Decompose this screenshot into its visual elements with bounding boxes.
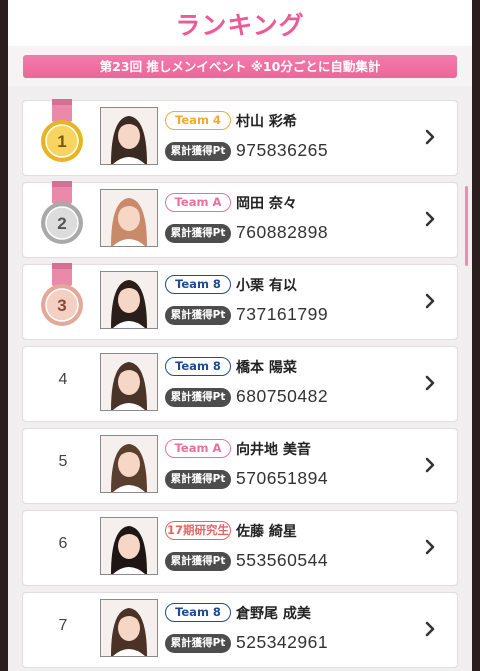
points-value: 553560544 — [236, 550, 329, 570]
points-label: 累計獲得Pt — [165, 224, 231, 243]
team-badge: Team 8 — [165, 275, 231, 294]
team-badge: Team A — [165, 439, 231, 458]
team-badge: 17期研究生 — [165, 521, 231, 540]
rank-number: 6 — [58, 535, 68, 552]
member-photo[interactable] — [100, 271, 158, 329]
team-badge: Team A — [165, 193, 231, 212]
header: ランキング — [8, 0, 472, 46]
chevron-right-icon[interactable] — [423, 619, 437, 639]
member-photo[interactable] — [100, 435, 158, 493]
ranking-row[interactable]: 5 Team A 向井地 美音 累計獲得Pt 570651894 — [22, 428, 458, 504]
points-value: 525342961 — [236, 632, 329, 652]
medal-rank: 1 — [57, 132, 66, 151]
points-value: 975836265 — [236, 140, 329, 160]
chevron-right-icon[interactable] — [423, 373, 437, 393]
scrollbar[interactable] — [465, 186, 468, 266]
member-photo[interactable] — [100, 599, 158, 657]
member-name: 向井地 美音 — [236, 442, 311, 458]
member-name: 倉野尾 成美 — [236, 606, 311, 622]
chevron-right-icon[interactable] — [423, 209, 437, 229]
chevron-right-icon[interactable] — [423, 291, 437, 311]
ranking-list: 1 Team 4 村山 彩希 累計獲得Pt 975836265 2 Team A… — [8, 86, 472, 671]
team-badge: Team 8 — [165, 357, 231, 376]
points-label: 累計獲得Pt — [165, 306, 231, 325]
ranking-row[interactable]: 1 Team 4 村山 彩希 累計獲得Pt 975836265 — [22, 99, 458, 176]
points-label: 累計獲得Pt — [165, 552, 231, 571]
member-name: 小栗 有以 — [236, 278, 297, 294]
ranking-row[interactable]: 7 Team 8 倉野尾 成美 累計獲得Pt 525342961 — [22, 592, 458, 668]
member-name: 橋本 陽菜 — [236, 360, 297, 376]
rank-number: 4 — [58, 371, 68, 388]
ranking-row[interactable]: 2 Team A 岡田 奈々 累計獲得Pt 760882898 — [22, 181, 458, 258]
ranking-row[interactable]: 6 17期研究生 佐藤 綺星 累計獲得Pt 553560544 — [22, 510, 458, 586]
rank-number: 5 — [58, 453, 68, 470]
ranking-panel: ランキング 第23回 推しメンイベント ※10分ごとに自動集計 1 Team 4… — [8, 0, 472, 671]
ranking-row[interactable]: 3 Team 8 小栗 有以 累計獲得Pt 737161799 — [22, 263, 458, 340]
points-value: 737161799 — [236, 304, 329, 324]
ranking-row[interactable]: 4 Team 8 橋本 陽菜 累計獲得Pt 680750482 — [22, 346, 458, 422]
points-value: 570651894 — [236, 468, 329, 488]
points-label: 累計獲得Pt — [165, 634, 231, 653]
points-label: 累計獲得Pt — [165, 142, 231, 161]
medal-rank: 2 — [57, 214, 66, 233]
rank-number: 7 — [58, 617, 68, 634]
team-badge: Team 4 — [165, 111, 231, 130]
chevron-right-icon[interactable] — [423, 455, 437, 475]
event-banner: 第23回 推しメンイベント ※10分ごとに自動集計 — [23, 55, 457, 78]
points-value: 680750482 — [236, 386, 329, 406]
team-badge: Team 8 — [165, 603, 231, 622]
chevron-right-icon[interactable] — [423, 537, 437, 557]
silver-medal-icon: 2 — [41, 181, 83, 244]
member-photo[interactable] — [100, 189, 158, 247]
member-name: 岡田 奈々 — [236, 196, 297, 212]
points-label: 累計獲得Pt — [165, 388, 231, 407]
gold-medal-icon: 1 — [41, 99, 83, 162]
member-name: 村山 彩希 — [236, 114, 297, 130]
member-photo[interactable] — [100, 517, 158, 575]
page-title: ランキング — [175, 11, 305, 40]
points-value: 760882898 — [236, 222, 329, 242]
member-name: 佐藤 綺星 — [236, 524, 297, 540]
points-label: 累計獲得Pt — [165, 470, 231, 489]
chevron-right-icon[interactable] — [423, 127, 437, 147]
member-photo[interactable] — [100, 107, 158, 165]
medal-rank: 3 — [57, 296, 66, 315]
bronze-medal-icon: 3 — [41, 263, 83, 326]
member-photo[interactable] — [100, 353, 158, 411]
